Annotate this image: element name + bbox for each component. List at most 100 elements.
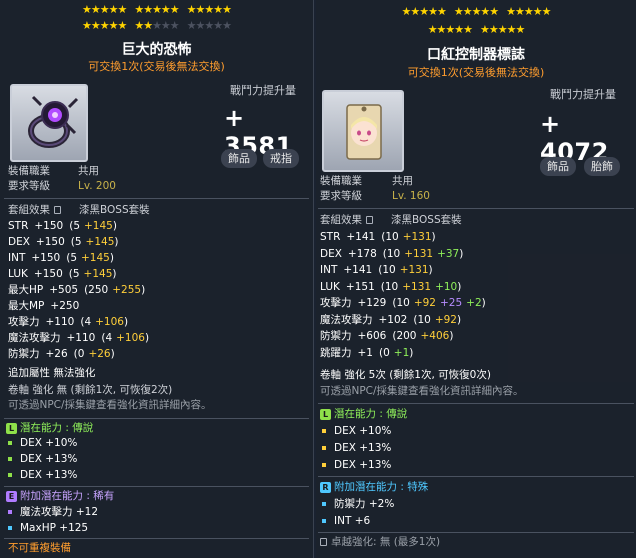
stat-bonus: +255 — [112, 284, 142, 296]
set-effect-row[interactable]: 套組效果 漆黑BOSS套裝 — [8, 203, 150, 218]
stat-base: (10 — [392, 297, 410, 309]
stat-base: (10 — [378, 264, 396, 276]
stat-total: +129 — [357, 297, 387, 309]
stat-name: 最大HP — [8, 284, 44, 296]
bonus-potential-line: INT +6 — [322, 514, 370, 529]
potential-header: L 潛在能力 : 傳說 — [6, 421, 93, 436]
legendary-badge-icon: L — [6, 422, 17, 434]
set-effect-row[interactable]: 套組效果 漆黑BOSS套裝 — [320, 213, 462, 228]
footer-note: 卓越強化: 無 (最多1次) — [320, 535, 440, 550]
stat-close: ) — [144, 332, 150, 344]
bullet-icon — [322, 463, 326, 467]
stat-close: ) — [428, 264, 433, 276]
tag-accessory: 飾品 — [221, 149, 257, 168]
bullet-icon — [8, 457, 12, 461]
stat-name: 防禦力 — [320, 330, 352, 342]
lock-icon — [54, 206, 61, 214]
stat-base: (10 — [413, 313, 431, 326]
potential-header: L 潛在能力 : 傳說 — [320, 407, 407, 422]
stat-row: 跳躍力 +1 (0 +1) — [320, 346, 413, 361]
divider — [318, 476, 634, 477]
item-title: 口紅控制器標誌 — [427, 47, 525, 63]
stat-name: INT — [320, 264, 338, 276]
starforce-row-2: ★★★★★ ★★★★★ — [427, 23, 526, 36]
potential-line: DEX +10% — [322, 424, 391, 439]
stat-extra: +25 — [439, 297, 463, 309]
legendary-badge-icon: L — [320, 408, 331, 420]
stat-base: (10 — [381, 231, 399, 243]
stat-close: ) — [123, 316, 129, 328]
stat-bonus: +106 — [116, 332, 145, 344]
footer-note: 不可重複裝備 — [8, 542, 71, 554]
bonus-potential-header: E 附加潛在能力 : 稀有 — [6, 489, 114, 504]
bonus-potential-line: 防禦力 +2% — [322, 497, 394, 512]
bullet-icon — [8, 441, 12, 445]
potential-line: DEX +13% — [322, 458, 391, 473]
divider — [4, 538, 309, 539]
stat-row: STR +150 (5 +145) — [8, 219, 117, 234]
bullet-icon — [8, 526, 12, 530]
stat-bonus: +92 — [413, 297, 436, 309]
npc-note: 可透過NPC/採集鍵查看強化資訊詳細內容。 — [320, 385, 524, 397]
stat-row: 魔法攻擊力 +110 (4 +106) — [8, 331, 149, 346]
stat-base: (5 — [69, 220, 80, 232]
potential-line: DEX +13% — [8, 468, 77, 483]
stat-name: 防禦力 — [8, 348, 40, 360]
stat-name: 攻擊力 — [8, 316, 40, 328]
stat-close: ) — [109, 252, 114, 264]
trade-note: 可交換1次(交易後無法交換) — [407, 66, 545, 79]
stat-row: 防禦力 +26 (0 +26) — [8, 347, 115, 362]
stat-total: +102 — [378, 313, 408, 326]
potential-line: DEX +10% — [8, 436, 77, 451]
potential-line: DEX +13% — [8, 452, 77, 467]
starforce-row-2: ★★★★★ ★★★★★ ★★★★★ — [82, 19, 232, 32]
lock-icon — [320, 538, 327, 546]
stat-name: 最大MP — [8, 300, 45, 312]
stat-extra: +37 — [437, 247, 460, 260]
bullet-icon — [322, 519, 326, 523]
tag-emblem: 胎飾 — [584, 157, 620, 176]
stat-close: ) — [459, 247, 464, 260]
stat-close: ) — [110, 348, 115, 360]
stat-base: (200 — [392, 330, 417, 342]
potential-line: DEX +13% — [322, 441, 391, 456]
stat-name: LUK — [320, 280, 340, 293]
bullet-icon — [322, 502, 326, 506]
stat-bonus: +106 — [95, 316, 124, 328]
stat-row: 最大HP +505 (250 +255) — [8, 283, 145, 298]
stat-close: ) — [431, 231, 436, 243]
stat-row: 防禦力 +606 (200 +406) — [320, 329, 453, 344]
bonus-potential-line: 魔法攻擊力 +12 — [8, 505, 98, 520]
stat-total: +150 — [35, 236, 65, 248]
stat-bonus: +92 — [434, 313, 457, 326]
item-tooltip-right: ★★★★★ ★★★★★ ★★★★★ ★★★★★ ★★★★★ 口紅控制器標誌 可交換1次… — [316, 0, 636, 558]
stat-total: +505 — [49, 284, 79, 296]
stat-total: +250 — [50, 300, 80, 312]
job-row: 裝備職業 共用 — [320, 175, 413, 187]
stat-row: STR +141 (10 +131) — [320, 230, 436, 245]
stat-total: +150 — [34, 220, 64, 232]
job-row: 裝備職業 共用 — [8, 165, 99, 177]
stat-bonus: +145 — [81, 252, 110, 264]
stat-bonus: +131 — [402, 231, 432, 243]
stat-base: (5 — [66, 252, 77, 264]
stat-bonus: +131 — [402, 280, 432, 293]
stat-row: INT +141 (10 +131) — [320, 263, 433, 278]
stat-close: ) — [457, 280, 462, 293]
divider — [318, 403, 634, 404]
item-tooltip-left: ★★★★★ ★★★★★ ★★★★★ ★★★★★ ★★★★★ ★★★★★ 巨大的恐怖 可交… — [0, 0, 314, 558]
stat-bonus: +26 — [88, 348, 111, 360]
tag-ring: 戒指 — [263, 149, 299, 168]
stat-total: +151 — [345, 280, 375, 293]
stat-row: 攻擊力 +129 (10 +92 +25 +2) — [320, 296, 486, 311]
stat-close: ) — [409, 346, 414, 359]
emblem-icon — [322, 90, 404, 172]
stat-bonus: +131 — [399, 264, 429, 276]
stat-base: (4 — [80, 316, 92, 328]
stat-row: 攻擊力 +110 (4 +106) — [8, 315, 128, 330]
bonus-potential-header: R 附加潛在能力 : 特殊 — [320, 480, 428, 495]
stat-base: (250 — [84, 284, 109, 296]
stat-row: LUK +150 (5 +145) — [8, 267, 116, 282]
scroll-line: 卷軸 強化 5次 (剩餘1次, 可恢復0次) — [320, 369, 491, 381]
stat-total: +110 — [66, 332, 96, 344]
